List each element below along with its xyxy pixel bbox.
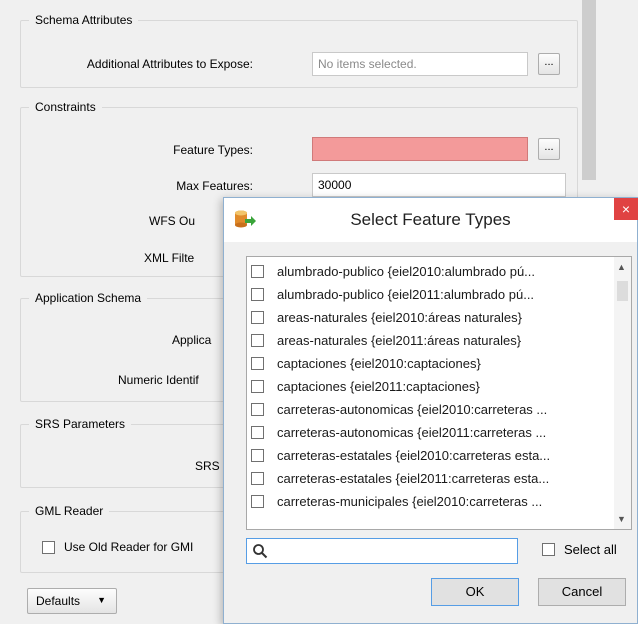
scroll-up-icon[interactable]: ▲	[617, 262, 626, 272]
defaults-button[interactable]: Defaults ▼	[27, 588, 117, 614]
select-feature-types-dialog: Select Feature Types × alumbrado-publico…	[223, 197, 638, 624]
feature-type-item[interactable]: captaciones {eiel2011:captaciones}	[247, 375, 615, 398]
cancel-button[interactable]: Cancel	[538, 578, 626, 606]
srs-label: SRS	[195, 459, 220, 473]
feature-types-list[interactable]: alumbrado-publico {eiel2010:alumbrado pú…	[246, 256, 632, 530]
additional-attributes-browse-button[interactable]: ...	[538, 53, 560, 75]
feature-type-checkbox[interactable]	[251, 380, 264, 393]
feature-type-label: carreteras-estatales {eiel2010:carretera…	[277, 448, 551, 463]
constraints-title: Constraints	[29, 100, 102, 114]
feature-type-label: carreteras-autonomicas {eiel2011:carrete…	[277, 425, 547, 440]
close-button[interactable]: ×	[614, 198, 638, 220]
search-icon	[253, 544, 268, 559]
feature-type-label: alumbrado-publico {eiel2010:alumbrado pú…	[277, 264, 536, 279]
feature-type-item[interactable]: alumbrado-publico {eiel2011:alumbrado pú…	[247, 283, 615, 306]
feature-type-checkbox[interactable]	[251, 334, 264, 347]
wfs-output-label: WFS Ou	[149, 214, 196, 228]
feature-type-checkbox[interactable]	[251, 311, 264, 324]
close-icon: ×	[621, 201, 631, 217]
old-reader-checkbox[interactable]	[42, 541, 55, 554]
feature-type-item[interactable]: captaciones {eiel2010:captaciones}	[247, 352, 615, 375]
feature-type-label: carreteras-estatales {eiel2011:carretera…	[277, 471, 550, 486]
xml-filter-label: XML Filte	[144, 251, 195, 265]
feature-type-checkbox[interactable]	[251, 288, 264, 301]
feature-type-label: carreteras-autonomicas {eiel2010:carrete…	[277, 402, 548, 417]
application-schema-title: Application Schema	[29, 291, 148, 305]
feature-type-checkbox[interactable]	[251, 495, 264, 508]
select-all-checkbox[interactable]	[542, 543, 555, 556]
list-scrollbar-thumb[interactable]	[617, 281, 628, 301]
feature-type-item[interactable]: carreteras-estatales {eiel2011:carretera…	[247, 467, 615, 490]
additional-attributes-label: Additional Attributes to Expose:	[86, 57, 253, 71]
additional-attributes-field[interactable]: No items selected.	[312, 52, 528, 76]
feature-type-label: captaciones {eiel2010:captaciones}	[277, 356, 481, 371]
defaults-button-label: Defaults	[36, 594, 81, 608]
old-reader-label: Use Old Reader for GMI	[64, 540, 194, 554]
ok-button[interactable]: OK	[431, 578, 519, 606]
feature-type-item[interactable]: carreteras-estatales {eiel2010:carretera…	[247, 444, 615, 467]
feature-type-label: captaciones {eiel2011:captaciones}	[277, 379, 480, 394]
feature-type-label: areas-naturales {eiel2010:áreas naturale…	[277, 310, 523, 325]
search-box[interactable]	[246, 538, 518, 564]
max-features-label: Max Features:	[176, 179, 253, 193]
select-all-label: Select all	[564, 542, 617, 557]
feature-type-checkbox[interactable]	[251, 472, 264, 485]
numeric-identifier-label: Numeric Identif	[118, 373, 199, 387]
feature-type-item[interactable]: carreteras-autonomicas {eiel2011:carrete…	[247, 421, 615, 444]
list-scrollbar[interactable]: ▲ ▼	[614, 257, 631, 529]
chevron-down-icon: ▼	[97, 595, 106, 605]
gml-reader-title: GML Reader	[29, 504, 110, 518]
feature-types-browse-button[interactable]: ...	[538, 138, 560, 160]
schema-attributes-title: Schema Attributes	[29, 13, 139, 27]
parameters-scrollbar-thumb[interactable]	[582, 0, 596, 180]
feature-types-label: Feature Types:	[173, 143, 253, 157]
dialog-titlebar[interactable]: Select Feature Types ×	[224, 198, 638, 242]
feature-type-checkbox[interactable]	[251, 449, 264, 462]
scroll-down-icon[interactable]: ▼	[617, 514, 626, 524]
feature-type-item[interactable]: areas-naturales {eiel2010:áreas naturale…	[247, 306, 615, 329]
feature-types-field[interactable]	[312, 137, 528, 161]
feature-type-checkbox[interactable]	[251, 403, 264, 416]
applica-label: Applica	[172, 333, 212, 347]
srs-parameters-title: SRS Parameters	[29, 417, 132, 431]
feature-type-checkbox[interactable]	[251, 426, 264, 439]
feature-type-item[interactable]: carreteras-autonomicas {eiel2010:carrete…	[247, 398, 615, 421]
feature-type-item[interactable]: carreteras-municipales {eiel2010:carrete…	[247, 490, 615, 513]
feature-type-checkbox[interactable]	[251, 265, 264, 278]
feature-type-checkbox[interactable]	[251, 357, 264, 370]
feature-type-item[interactable]: areas-naturales {eiel2011:áreas naturale…	[247, 329, 615, 352]
feature-type-label: carreteras-municipales {eiel2010:carrete…	[277, 494, 543, 509]
dialog-title: Select Feature Types	[350, 210, 511, 229]
feature-type-label: alumbrado-publico {eiel2011:alumbrado pú…	[277, 287, 535, 302]
feature-type-item[interactable]: alumbrado-publico {eiel2010:alumbrado pú…	[247, 260, 615, 283]
max-features-field[interactable]: 30000	[312, 173, 566, 197]
search-input[interactable]	[273, 542, 513, 560]
feature-type-label: areas-naturales {eiel2011:áreas naturale…	[277, 333, 522, 348]
